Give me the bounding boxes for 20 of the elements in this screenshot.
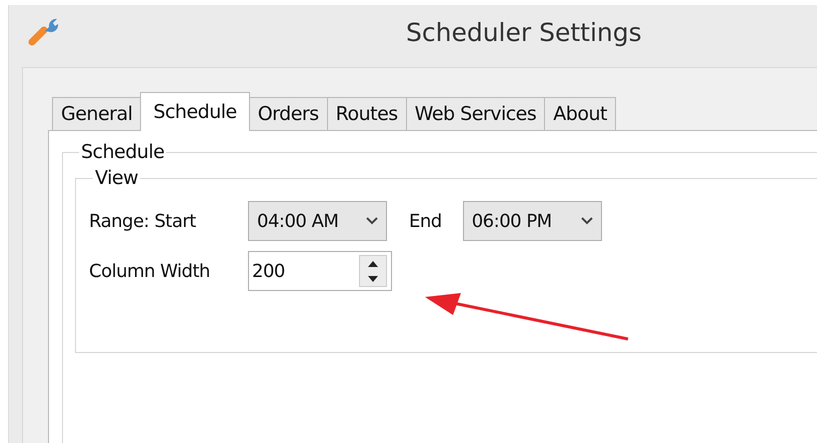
tab[interactable]: Orders [248,97,328,130]
field-label: Column Width [89,260,211,282]
field-label: End [409,210,442,232]
group-legend: View [93,167,140,189]
tab[interactable]: Web Services [406,97,546,130]
wrench-icon [28,16,60,48]
field-label: Range: Start [89,210,197,232]
group-legend: Schedule [79,141,166,163]
column-width-spinner[interactable]: 200 [248,251,392,291]
chevron-icon [366,217,378,225]
tab[interactable]: Routes [326,97,407,130]
tab[interactable]: Schedule [140,92,250,131]
end-time-dropdown[interactable]: 06:00 PM [462,201,602,241]
start-time-dropdown[interactable]: 04:00 AM [248,201,387,241]
down-arrow-icon[interactable] [368,276,378,282]
tab[interactable]: About [544,97,616,130]
up-arrow-icon[interactable] [368,260,378,266]
tab[interactable]: General [52,97,142,130]
window-title: Scheduler Settings [406,18,642,46]
chevron-icon [580,217,593,225]
